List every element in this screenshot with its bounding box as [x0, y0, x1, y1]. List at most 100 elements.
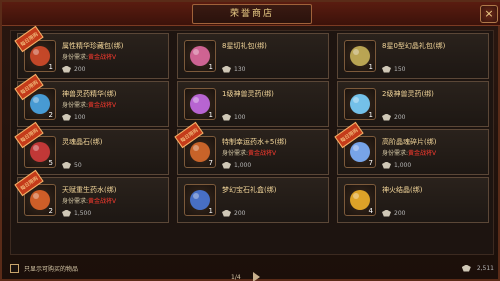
- price-value: 130: [234, 65, 246, 73]
- honor-gem-icon: [62, 209, 71, 217]
- item-price: 100: [222, 112, 245, 122]
- item-quantity: 2: [48, 111, 53, 119]
- price-value: 1,000: [394, 161, 412, 169]
- item-quantity: 1: [368, 111, 373, 119]
- item-requirement: 身份需求:黄金战将Ⅴ: [62, 100, 116, 109]
- honor-gem-icon: [222, 65, 231, 73]
- filter[interactable]: 只显示可购买的物品: [10, 263, 79, 273]
- shop-item-card[interactable]: 7 特制幸运药水+5(绑) 身份需求:黄金战将Ⅴ 1,000 每日限购: [174, 121, 329, 175]
- item-name: 高阶晶魂碎片(绑): [382, 138, 437, 146]
- item-quantity: 1: [208, 111, 213, 119]
- honor-gem-icon: [382, 113, 391, 121]
- honor-gem-icon: [222, 209, 231, 217]
- close-button[interactable]: ×: [480, 5, 498, 23]
- item-name: 天赋重生药水(绑): [62, 186, 117, 194]
- item-requirement: 身份需求:黄金战将Ⅴ: [222, 148, 276, 157]
- item-name: 特制幸运药水+5(绑): [222, 138, 287, 146]
- item-requirement: 身份需求:黄金战将Ⅴ: [382, 148, 436, 157]
- requirement-label: 身份需求:: [382, 150, 409, 157]
- requirement-label: 身份需求:: [222, 150, 249, 157]
- item-name: 1级神兽灵药(绑): [222, 90, 274, 98]
- item-price: 100: [62, 112, 85, 122]
- requirement-label: 身份需求:: [62, 102, 89, 109]
- item-price: 200: [382, 112, 405, 122]
- requirement-label: 身份需求:: [62, 54, 89, 61]
- shop-item-card[interactable]: 1 梦幻宝石礼盒(绑) 200: [177, 177, 329, 223]
- shop-item-card[interactable]: 1 8星切礼包(绑) 130: [177, 33, 329, 79]
- honor-gem-icon: [461, 264, 471, 272]
- item-name: 梦幻宝石礼盒(绑): [222, 186, 277, 194]
- window-title: 荣誉商店: [192, 4, 312, 24]
- item-name: 属性精华珍藏包(绑): [62, 42, 124, 50]
- item-requirement: 身份需求:黄金战将Ⅴ: [62, 52, 116, 61]
- potion-orb-icon: 1: [184, 88, 216, 120]
- item-price: 1,000: [382, 160, 411, 170]
- shop-item-card[interactable]: 1 1级神兽灵药(绑) 100: [177, 81, 329, 127]
- shop-item-card[interactable]: 1 属性精华珍藏包(绑) 身份需求:黄金战将Ⅴ 200 每日限购: [14, 25, 169, 79]
- item-name: 2级神兽灵药(绑): [382, 90, 434, 98]
- item-quantity: 5: [48, 159, 53, 167]
- item-quantity: 7: [368, 159, 373, 167]
- item-name: 灵魂晶石(绑): [62, 138, 103, 146]
- requirement-label: 身份需求:: [62, 198, 89, 205]
- filter-label: 只显示可购买的物品: [24, 265, 79, 273]
- gift-box-icon: 1: [184, 40, 216, 72]
- price-value: 200: [394, 113, 406, 121]
- price-value: 150: [394, 65, 406, 73]
- item-price: 130: [222, 64, 245, 74]
- requirement-value: 黄金战将Ⅴ: [248, 150, 277, 157]
- honor-gem-icon: [382, 161, 391, 169]
- item-price: 1,500: [62, 208, 91, 218]
- potion-orb-icon: 1: [344, 88, 376, 120]
- honor-gem-icon: [62, 161, 71, 169]
- requirement-value: 黄金战将Ⅴ: [88, 102, 117, 109]
- requirement-value: 黄金战将Ⅴ: [88, 54, 117, 61]
- honor-gem-icon: [382, 65, 391, 73]
- footer: 只显示可购买的物品 2,511: [10, 259, 494, 277]
- price-value: 200: [234, 209, 246, 217]
- honor-gem-icon: [222, 113, 231, 121]
- item-quantity: 1: [208, 207, 213, 215]
- price-value: 200: [394, 209, 406, 217]
- item-name: 8星0型幻晶礼包(绑): [382, 42, 446, 50]
- price-value: 100: [234, 113, 246, 121]
- price-value: 50: [74, 161, 82, 169]
- item-price: 50: [62, 160, 82, 170]
- price-value: 1,000: [234, 161, 252, 169]
- item-quantity: 1: [368, 63, 373, 71]
- item-requirement: 身份需求:黄金战将Ⅴ: [62, 196, 116, 205]
- item-name: 神兽灵药精华(绑): [62, 90, 117, 98]
- shop-item-card[interactable]: 2 天赋重生药水(绑) 身份需求:黄金战将Ⅴ 1,500 每日限购: [14, 169, 169, 223]
- honor-gem-icon: [62, 113, 71, 121]
- gift-box-icon: 1: [344, 40, 376, 72]
- item-price: 1,000: [222, 160, 251, 170]
- shop-item-card[interactable]: 5 灵魂晶石(绑) 50 每日限购: [14, 121, 169, 175]
- currency-value: 2,511: [476, 264, 494, 272]
- item-price: 200: [62, 64, 85, 74]
- item-price: 200: [382, 208, 405, 218]
- flame-crystal-icon: 4: [344, 184, 376, 216]
- shop-item-card[interactable]: 4 神火结晶(绑) 200: [337, 177, 489, 223]
- item-quantity: 7: [208, 159, 213, 167]
- honor-gem-icon: [62, 65, 71, 73]
- shop-item-card[interactable]: 2 神兽灵药精华(绑) 身份需求:黄金战将Ⅴ 100 每日限购: [14, 73, 169, 127]
- item-price: 150: [382, 64, 405, 74]
- item-name: 8星切礼包(绑): [222, 42, 267, 50]
- currency: 2,511: [461, 264, 494, 272]
- item-price: 200: [222, 208, 245, 218]
- item-quantity: 1: [208, 63, 213, 71]
- item-quantity: 4: [368, 207, 373, 215]
- honor-gem-icon: [222, 161, 231, 169]
- shop-item-card[interactable]: 7 高阶晶魂碎片(绑) 身份需求:黄金战将Ⅴ 1,000 每日限购: [334, 121, 489, 175]
- filter-checkbox[interactable]: [10, 263, 19, 273]
- item-name: 神火结晶(绑): [382, 186, 423, 194]
- title-bar: 荣誉商店 ×: [2, 2, 500, 26]
- shop-window: 荣誉商店 × 1 属性精华珍藏包(绑) 身份需求:黄金战将Ⅴ 200 每日限购 1 8星切…: [0, 0, 500, 281]
- item-quantity: 2: [48, 207, 53, 215]
- chest-icon: 1: [184, 184, 216, 216]
- price-value: 100: [74, 113, 86, 121]
- shop-item-card[interactable]: 1 8星0型幻晶礼包(绑) 150: [337, 33, 489, 79]
- item-quantity: 1: [48, 63, 53, 71]
- shop-item-card[interactable]: 1 2级神兽灵药(绑) 200: [337, 81, 489, 127]
- requirement-value: 黄金战将Ⅴ: [88, 198, 117, 205]
